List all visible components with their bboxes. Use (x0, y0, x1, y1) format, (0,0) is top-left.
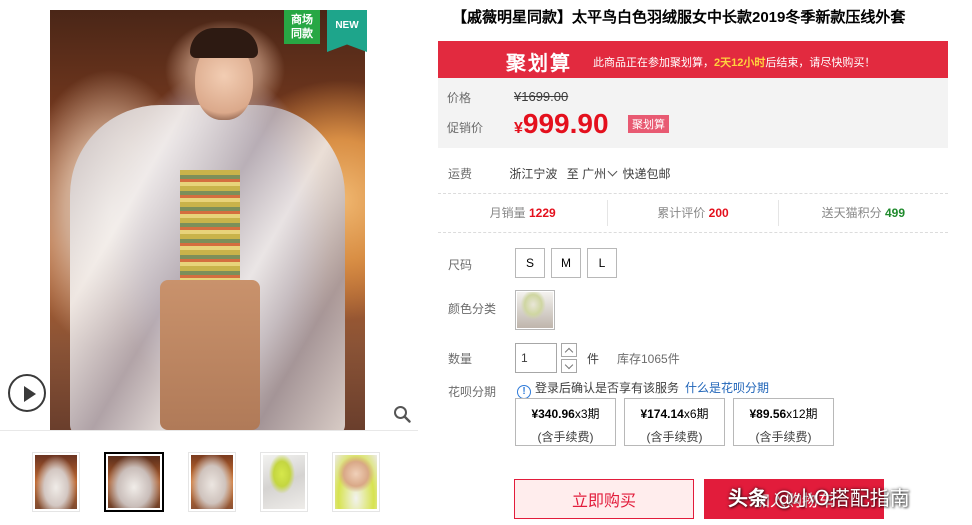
sale-price-currency: ¥ (514, 120, 523, 137)
size-option-s[interactable]: S (515, 248, 545, 278)
plan-fee: (含手续费) (755, 430, 812, 444)
installment-note: ! 登录后确认是否享有该服务 什么是花呗分期 (517, 379, 769, 399)
tmall-points: 送天猫积分 499 (779, 200, 948, 226)
product-title: 【戚薇明星同款】太平鸟白色羽绒服女中长款2019冬季新款压线外套 (452, 9, 906, 26)
plan-period: x3期 (574, 407, 600, 421)
shipping-destination: 广州 (582, 167, 607, 181)
stock-count: 库存1065件 (617, 352, 680, 366)
shipping-origin: 浙江宁波 (509, 167, 558, 181)
tmall-points-value: 499 (884, 206, 906, 220)
monthly-sales: 月销量 1229 (438, 200, 609, 226)
color-option-swatch[interactable] (515, 290, 555, 330)
chevron-down-icon (607, 166, 618, 177)
monthly-sales-label: 月销量 (489, 206, 526, 220)
plan-amount: ¥174.14 (640, 407, 684, 421)
total-reviews-label: 累计评价 (657, 206, 706, 220)
watermark: 头条 @小O搭配指南 (728, 482, 910, 511)
sale-price-value: 999.90 (522, 108, 609, 139)
plan-period: x6期 (683, 407, 709, 421)
installment-plan-3[interactable]: ¥340.96x3期 (含手续费) (515, 398, 616, 446)
model-striped-top (180, 170, 240, 280)
stats-bar: 月销量 1229 累计评价 200 送天猫积分 499 (438, 200, 948, 226)
play-icon[interactable] (8, 374, 46, 412)
divider (438, 232, 948, 233)
mall-badge-line1: 商场 (291, 13, 313, 26)
size-label: 尺码 (448, 258, 473, 272)
promo-message: 此商品正在参加聚划算，2天12小时后结束，请尽快购买！ (593, 54, 875, 70)
gallery-divider (0, 430, 418, 431)
monthly-sales-value: 1229 (528, 206, 556, 220)
magnifier-icon[interactable] (393, 405, 411, 423)
info-icon: ! (517, 385, 531, 399)
plan-period: x12期 (786, 407, 818, 421)
mall-badge-line2: 同款 (291, 27, 313, 40)
size-option-m[interactable]: M (551, 248, 581, 278)
thumbnail-2[interactable] (104, 452, 164, 512)
installment-help-link[interactable]: 什么是花呗分期 (685, 381, 769, 395)
divider (438, 193, 948, 194)
total-reviews[interactable]: 累计评价 200 (608, 200, 779, 226)
sale-price: ¥999.90 (514, 108, 609, 140)
juhuasuan-price-tag: 聚划算 (628, 115, 669, 133)
plan-amount: ¥89.56 (749, 407, 787, 421)
thumbnail-1[interactable] (32, 452, 80, 512)
juhuasuan-logo: 聚划算 (506, 51, 572, 75)
size-options: S M L (515, 248, 617, 278)
buy-now-button[interactable]: 立即购买 (514, 479, 694, 519)
plan-fee: (含手续费) (537, 430, 594, 444)
promo-countdown: 2天12小时 (714, 57, 766, 69)
shipping-destination-select[interactable]: 广州 (582, 166, 619, 181)
plan-fee: (含手续费) (646, 430, 703, 444)
quantity-decrease-icon[interactable] (561, 359, 577, 373)
watermark-brand: 头条 (728, 486, 768, 510)
shipping-label: 运费 (448, 167, 473, 181)
shipping-row: 运费 浙江宁波 至 广州 快递包邮 (448, 165, 670, 182)
model-hair (190, 28, 258, 58)
original-price-label: 价格 (447, 91, 472, 105)
installment-label: 花呗分期 (448, 385, 497, 399)
installment-plan-6[interactable]: ¥174.14x6期 (含手续费) (624, 398, 725, 446)
price-panel: 价格 ¥1699.00 促销价 ¥999.90 聚划算 (438, 78, 948, 148)
color-label: 颜色分类 (448, 302, 497, 316)
thumbnail-4[interactable] (260, 452, 308, 512)
quantity-input[interactable] (515, 343, 557, 373)
installment-plans: ¥340.96x3期 (含手续费) ¥174.14x6期 (含手续费) ¥89.… (515, 398, 834, 446)
shipping-to: 至 (566, 167, 579, 181)
thumbnail-strip (32, 452, 380, 512)
total-reviews-value: 200 (708, 206, 729, 220)
sale-price-label: 促销价 (447, 121, 484, 135)
promo-text-before: 此商品正在参加聚划算， (593, 57, 714, 69)
thumbnail-3[interactable] (188, 452, 236, 512)
quantity-increase-icon[interactable] (561, 343, 577, 357)
mall-same-style-badge: 商场 同款 (284, 10, 320, 44)
quantity-unit: 件 (587, 352, 600, 366)
size-option-l[interactable]: L (587, 248, 617, 278)
plan-amount: ¥340.96 (531, 407, 575, 421)
thumbnail-5[interactable] (332, 452, 380, 512)
original-price: ¥1699.00 (514, 89, 569, 104)
watermark-account: @小O搭配指南 (774, 486, 910, 510)
promo-text-after: 后结束，请尽快购买！ (765, 57, 876, 69)
installment-plan-12[interactable]: ¥89.56x12期 (含手续费) (733, 398, 834, 446)
juhuasuan-banner: 聚划算 此商品正在参加聚划算，2天12小时后结束，请尽快购买！ (438, 41, 948, 78)
shipping-method: 快递包邮 (622, 167, 671, 181)
installment-note-text: 登录后确认是否享有该服务 (535, 381, 680, 395)
main-product-image[interactable] (50, 10, 365, 430)
tmall-points-label: 送天猫积分 (821, 206, 882, 220)
quantity-label: 数量 (448, 352, 473, 366)
